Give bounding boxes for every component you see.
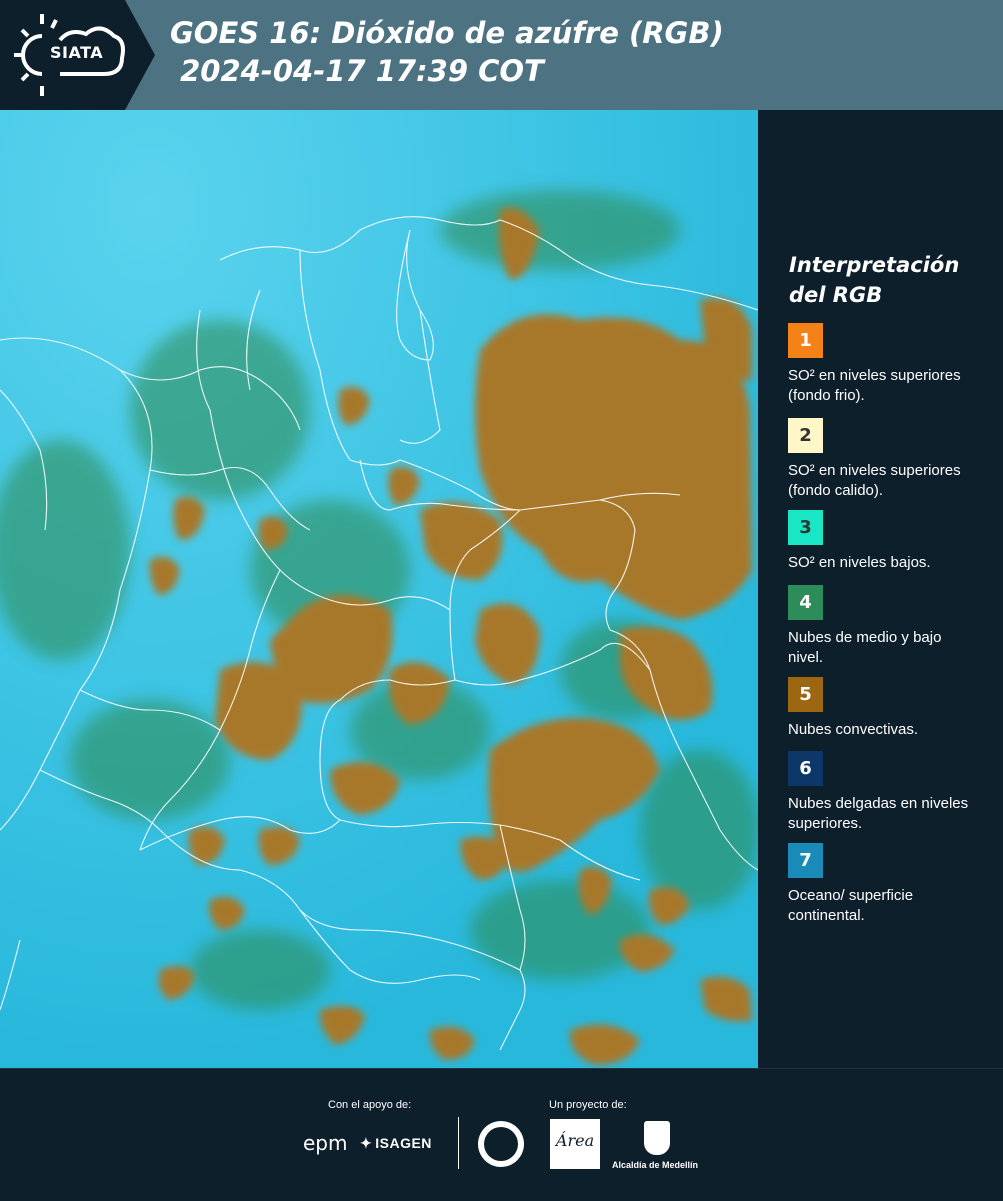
- legend-item-3: 3 SO² en niveles bajos.: [788, 510, 978, 573]
- isagen-logo[interactable]: ✦ ISAGEN: [360, 1135, 432, 1152]
- legend-label-4: Nubes de medio y bajo nivel.: [788, 629, 942, 666]
- legend-item-1: 1 SO² en niveles superiores (fondo frio)…: [788, 323, 978, 406]
- isagen-icon: ✦: [360, 1135, 373, 1151]
- legend-title: Interpretación del RGB: [789, 253, 960, 307]
- legend-swatch-5: 5: [788, 677, 823, 712]
- header: SIATA GOES 16: Dióxido de azúfre (RGB) 2…: [0, 0, 1003, 110]
- medellin-seal-icon[interactable]: [478, 1121, 524, 1167]
- legend-item-6: 6 Nubes delgadas en niveles superiores.: [788, 751, 978, 834]
- footer: Con el apoyo de: Un proyecto de: epm ✦ IS…: [0, 1068, 1003, 1201]
- epm-logo[interactable]: epm: [303, 1131, 347, 1155]
- legend-swatch-2: 2: [788, 418, 823, 453]
- legend-swatch-1: 1: [788, 323, 823, 358]
- legend-item-4: 4 Nubes de medio y bajo nivel.: [788, 585, 978, 668]
- legend-swatch-3: 3: [788, 510, 823, 545]
- legend-item-2: 2 SO² en niveles superiores (fondo calid…: [788, 418, 978, 501]
- isagen-text: ISAGEN: [375, 1135, 432, 1151]
- legend-label-6: Nubes delgadas en niveles superiores.: [788, 795, 969, 832]
- legend-label-3: SO² en niveles bajos.: [788, 554, 931, 571]
- seal-inner: [484, 1127, 518, 1161]
- legend-label-7: Oceano/ superficie continental.: [788, 887, 914, 924]
- satellite-map[interactable]: [0, 110, 758, 1070]
- logo-text: SIATA: [50, 43, 104, 62]
- support-label: Con el apoyo de:: [328, 1099, 412, 1111]
- page-title: GOES 16: Dióxido de azúfre (RGB) 2024-04…: [170, 14, 724, 90]
- siata-logo[interactable]: SIATA: [0, 0, 155, 110]
- title-line-1: GOES 16: Dióxido de azúfre (RGB): [170, 16, 724, 50]
- title-line-2: 2024-04-17 17:39 COT: [170, 54, 544, 88]
- alcaldia-shield-icon[interactable]: [644, 1121, 670, 1155]
- legend-item-5: 5 Nubes convectivas.: [788, 677, 978, 740]
- legend-label-2: SO² en niveles superiores (fondo calido)…: [788, 462, 961, 499]
- legend-swatch-4: 4: [788, 585, 823, 620]
- legend-label-1: SO² en niveles superiores (fondo frio).: [788, 367, 961, 404]
- project-label: Un proyecto de:: [549, 1099, 627, 1111]
- alcaldia-label: Alcaldía de Medellín: [612, 1160, 699, 1170]
- area-metropolitana-logo[interactable]: Área: [550, 1119, 600, 1169]
- legend-label-5: Nubes convectivas.: [788, 721, 919, 738]
- legend-swatch-6: 6: [788, 751, 823, 786]
- legend-item-7: 7 Oceano/ superficie continental.: [788, 843, 978, 926]
- rgb-imagery: [0, 110, 758, 1070]
- legend-swatch-7: 7: [788, 843, 823, 878]
- footer-divider: [458, 1117, 459, 1169]
